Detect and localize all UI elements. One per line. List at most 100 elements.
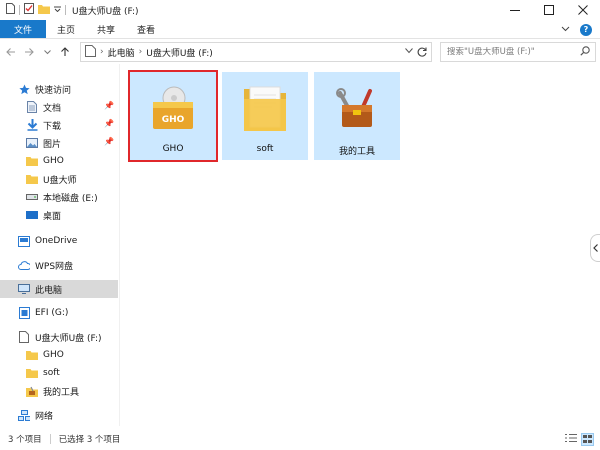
gho-folder-icon: GHO [145,80,201,136]
maximize-button[interactable] [532,0,566,20]
forward-button[interactable] [22,42,36,62]
customize-dropdown-icon[interactable] [54,5,61,15]
nav-item-label: 桌面 [43,211,62,222]
nav-item-gho[interactable]: GHO [0,346,118,364]
window-controls [498,0,600,20]
breadcrumb-usb-drive[interactable]: U盘大师U盘 (F:) [146,46,213,59]
chevron-down-icon [43,49,51,54]
nav-item-label: U盘大师U盘 (F:) [35,333,102,344]
nav-item-label: U盘大师 [43,175,77,186]
file-item-label: soft [256,144,274,154]
nav-item-label: 快速访问 [35,85,72,96]
title-bar: U盘大师U盘 (F:) [0,0,600,20]
preview-pane-toggle[interactable] [590,234,600,262]
nav-item-this-pc[interactable]: 此电脑 [0,280,118,298]
address-dropdown-icon[interactable] [405,47,413,57]
up-arrow-icon [61,47,69,56]
nav-item-label: WPS网盘 [35,261,74,272]
file-item-gho[interactable]: GHO GHO [128,70,218,162]
nav-item-desktop[interactable]: 桌面 [0,206,118,224]
svg-text:GHO: GHO [162,115,185,125]
nav-item-local-disk-e[interactable]: 本地磁盘 (E:) [0,188,118,206]
nav-item-label: 图片 [43,139,62,150]
toolbox-folder-icon [329,80,385,136]
nav-item-efi-g[interactable]: EFI (G:) [0,304,118,322]
search-box[interactable] [440,42,596,62]
recent-locations-button[interactable] [40,42,54,62]
nav-item-pictures[interactable]: 图片 📌 [0,134,118,152]
nav-item-wps-cloud[interactable]: WPS网盘 [0,256,118,274]
tab-view[interactable]: 查看 [126,20,166,38]
pane-divider[interactable] [119,64,120,426]
properties-check-icon[interactable] [24,3,34,17]
address-bar[interactable]: › 此电脑 › U盘大师U盘 (F:) [80,42,432,62]
file-item-my-tools[interactable]: 我的工具 [314,72,400,160]
nav-item-label: 下载 [43,121,62,132]
pin-icon[interactable]: 📌 [104,119,114,128]
nav-item-label: 本地磁盘 (E:) [43,193,98,204]
drive-icon [26,191,38,203]
nav-item-label: 文档 [43,103,62,114]
view-switcher [565,433,594,446]
up-button[interactable] [58,42,72,62]
star-icon [18,83,30,95]
help-icon[interactable]: ? [580,23,592,36]
folder-icon [237,80,293,136]
tab-file[interactable]: 文件 [0,20,47,38]
minimize-icon [510,10,520,11]
usb-drive-icon [18,331,30,343]
file-item-soft[interactable]: soft [222,72,308,160]
ribbon-right-controls: ? [561,20,592,39]
nav-item-downloads[interactable]: 下载 📌 [0,116,118,134]
nav-item-quick-access[interactable]: 快速访问 [0,80,118,98]
nav-item-usb-drive-f[interactable]: U盘大师U盘 (F:) [0,328,118,346]
navigation-pane: 快速访问 文档 📌 下载 📌 图片 📌 GHO U盘大师 本地磁盘 (E:) 桌… [0,76,118,426]
tab-home[interactable]: 主页 [46,20,86,38]
large-icons-view-icon[interactable] [581,433,594,446]
back-arrow-icon [6,48,15,56]
refresh-icon[interactable] [416,46,428,61]
file-item-label: 我的工具 [338,147,375,157]
folder-icon [26,173,38,185]
selected-count: 已选择 3 个项目 [58,435,121,445]
breadcrumb-separator-icon[interactable]: › [100,47,104,57]
nav-item-gho-quick[interactable]: GHO [0,152,118,170]
file-list: GHO GHO soft 我的工具 [122,64,592,426]
breadcrumb: › 此电脑 › U盘大师U盘 (F:) [81,44,213,60]
nav-item-label: OneDrive [35,236,78,246]
nav-item-documents[interactable]: 文档 📌 [0,98,118,116]
ribbon-tabs: 文件 主页 共享 查看 ? [0,20,600,39]
close-icon [578,5,588,15]
minimize-button[interactable] [498,0,532,20]
nav-item-my-tools[interactable]: 我的工具 [0,382,118,400]
maximize-icon [544,5,554,15]
file-item-label: GHO [162,144,184,154]
folder-icon [26,367,38,379]
nav-item-label: 此电脑 [35,285,63,296]
nav-item-label: 网络 [35,411,54,422]
nav-item-onedrive[interactable]: OneDrive [0,232,118,250]
new-folder-icon[interactable] [38,4,50,17]
search-icon[interactable] [580,45,590,59]
status-divider [49,434,51,444]
nav-item-label: soft [43,368,60,378]
pin-icon[interactable]: 📌 [104,137,114,146]
expand-ribbon-icon[interactable] [561,25,570,35]
search-input[interactable] [447,47,575,57]
breadcrumb-this-pc[interactable]: 此电脑 [108,46,135,59]
nav-item-upan-master[interactable]: U盘大师 [0,170,118,188]
quick-access-toolbar [0,3,66,17]
desktop-icon [26,209,38,221]
blank-page-icon[interactable] [6,3,15,17]
close-button[interactable] [566,0,600,20]
nav-item-network[interactable]: 网络 [0,406,118,424]
nav-item-label: GHO [43,156,64,166]
network-icon [18,409,30,421]
pin-icon[interactable]: 📌 [104,101,114,110]
nav-item-soft[interactable]: soft [0,364,118,382]
tab-share[interactable]: 共享 [86,20,126,38]
back-button[interactable] [4,42,18,62]
address-row: › 此电脑 › U盘大师U盘 (F:) [0,40,600,64]
details-view-icon[interactable] [565,433,577,446]
breadcrumb-separator-icon[interactable]: › [139,47,143,57]
